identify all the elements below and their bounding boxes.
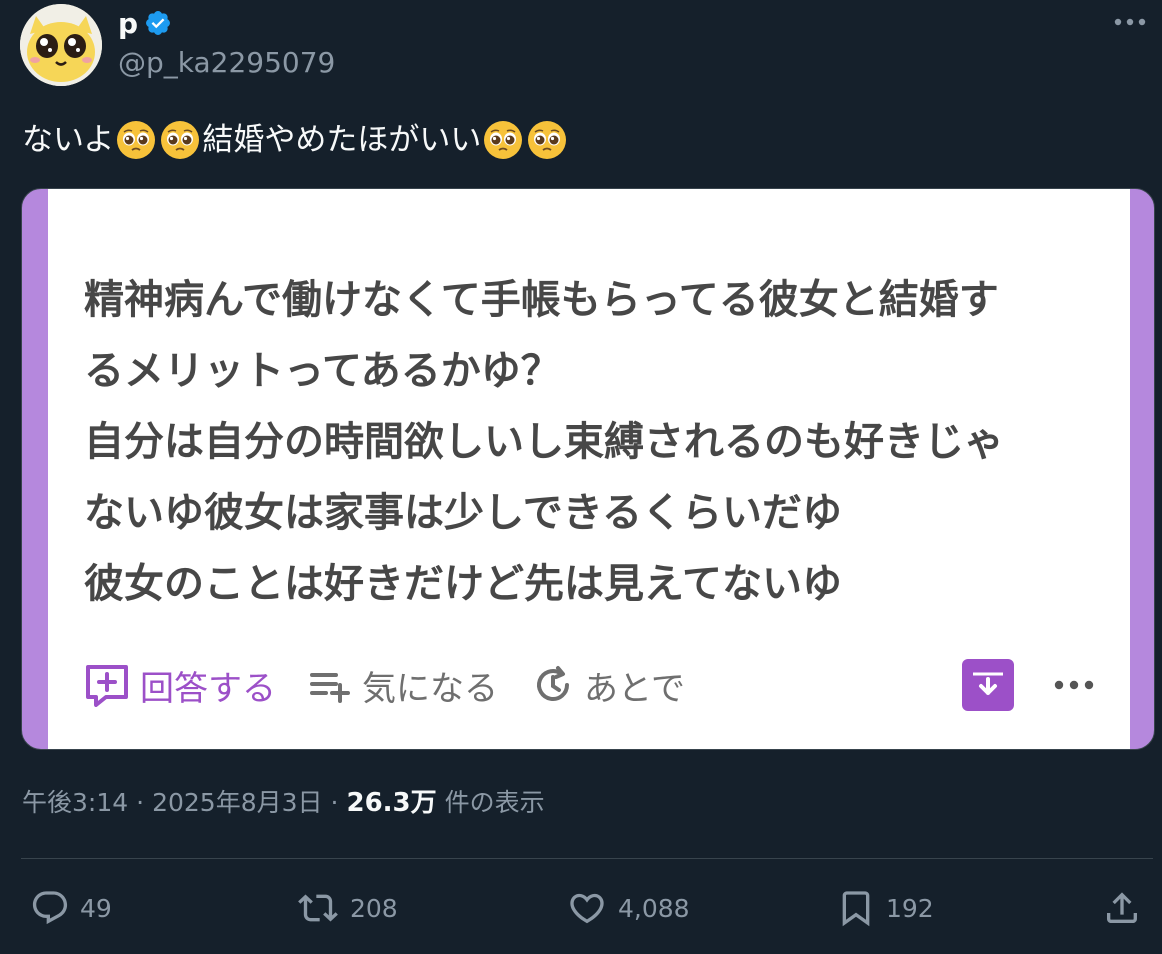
reply-icon <box>32 891 68 925</box>
archive-down-icon <box>973 672 1003 695</box>
views-count[interactable]: 26.3万 <box>346 782 436 819</box>
heart-icon <box>570 893 604 924</box>
verified-badge-icon <box>144 9 172 37</box>
repost-icon <box>298 894 338 922</box>
answer-plus-icon <box>86 665 128 707</box>
tweet-time[interactable]: 午後3:14 <box>22 783 128 819</box>
avatar-image <box>20 4 102 86</box>
question-actions: 回答する 気になる あとで <box>84 657 1094 713</box>
tweet-text: ないよ 結婚やめたほがいい <box>22 114 569 166</box>
later-button[interactable]: あとで <box>532 661 685 710</box>
tweet-text-part: 結婚やめたほがいい <box>202 122 482 158</box>
pleading-face-emoji-icon <box>484 121 523 159</box>
engagement-bar: 49 208 4,088 192 <box>30 880 1142 936</box>
like-count: 4,088 <box>618 893 690 923</box>
author-name-row[interactable]: p <box>118 6 172 40</box>
bookmark-icon <box>842 891 870 927</box>
pleading-face-emoji-icon <box>161 121 200 159</box>
attached-image[interactable]: 精神病んで働けなくて手帳もらってる彼女と結婚す るメリットってあるかゆ？ 自分は… <box>21 188 1155 750</box>
tweet-meta: 午後3:14 · 2025年8月3日 · 26.3万 件の表示 <box>22 782 545 819</box>
question-line: 彼女のことは好きだけど先は見えてないゆ <box>84 561 842 607</box>
answer-label: 回答する <box>140 668 276 709</box>
bookmark-button[interactable]: 192 <box>836 880 934 936</box>
question-line: るメリットってあるかゆ？ <box>84 348 561 394</box>
more-options-icon[interactable] <box>1112 8 1148 36</box>
pleading-face-emoji-icon <box>117 121 156 159</box>
tweet-date[interactable]: 2025年8月3日 <box>152 783 322 819</box>
question-text: 精神病んで働けなくて手帳もらってる彼女と結婚す るメリットってあるかゆ？ 自分は… <box>84 265 1114 620</box>
share-icon <box>1107 892 1137 923</box>
card-more-icon[interactable] <box>1054 680 1094 690</box>
archive-button[interactable] <box>962 659 1014 711</box>
avatar[interactable] <box>20 4 102 86</box>
meta-separator: · <box>136 788 145 817</box>
repost-count: 208 <box>350 893 398 923</box>
tweet-text-part: ないよ <box>22 122 115 158</box>
views-label: 件の表示 <box>444 788 545 817</box>
tweet: p @p_ka2295079 ないよ 結婚やめたほがいい 精神病んで働けなくて手… <box>0 0 1162 954</box>
later-label: あとで <box>584 668 685 709</box>
answer-button[interactable]: 回答する <box>84 661 276 710</box>
question-card: 精神病んで働けなくて手帳もらってる彼女と結婚す るメリットってあるかゆ？ 自分は… <box>48 189 1130 749</box>
curious-label: 気になる <box>362 668 498 709</box>
reply-count: 49 <box>80 893 112 923</box>
clock-later-icon <box>537 666 569 702</box>
meta-separator: · <box>330 788 339 817</box>
display-name[interactable]: p <box>118 7 138 40</box>
author-handle[interactable]: @p_ka2295079 <box>118 46 335 79</box>
list-add-icon <box>310 673 350 703</box>
question-line: ないゆ彼女は家事は少しできるくらいだゆ <box>84 490 842 536</box>
bookmark-count: 192 <box>886 893 934 923</box>
pleading-face-emoji-icon <box>528 121 567 159</box>
curious-button[interactable]: 気になる <box>308 661 498 710</box>
share-button[interactable] <box>1102 880 1142 936</box>
question-line: 自分は自分の時間欲しいし束縛されるのも好きじゃ <box>84 419 1004 465</box>
repost-button[interactable]: 208 <box>296 880 398 936</box>
reply-button[interactable]: 49 <box>30 880 112 936</box>
divider <box>21 858 1153 859</box>
question-line: 精神病んで働けなくて手帳もらってる彼女と結婚す <box>84 277 999 323</box>
like-button[interactable]: 4,088 <box>566 880 690 936</box>
